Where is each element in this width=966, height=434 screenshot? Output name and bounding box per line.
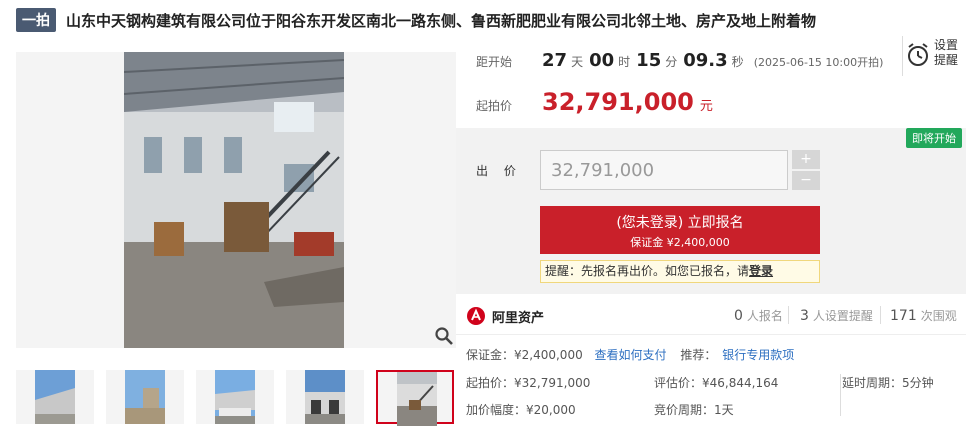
ali-assets-icon <box>467 307 485 325</box>
thumbnail-1[interactable] <box>16 370 94 424</box>
divider <box>840 374 841 416</box>
bid-stepper: + − <box>792 150 820 190</box>
platform-stats: 阿里资产 0 人报名 3 人设置提醒 171 次围观 <box>456 298 966 335</box>
detail-start-price: 起拍价：¥32,791,000 <box>466 376 591 390</box>
countdown-seconds-unit: 秒 <box>731 55 744 69</box>
tip-text: 提醒：先报名再出价。如您已报名，请 <box>545 264 750 278</box>
start-time: (2025-06-15 10:00开拍) <box>753 56 884 69</box>
thumbnail-2[interactable] <box>106 370 184 424</box>
view-count: 171 <box>890 308 917 324</box>
start-price-value: 32,791,000 <box>542 88 694 116</box>
recommend-label: 推荐： <box>680 348 717 362</box>
countdown-label: 距开始 <box>476 55 513 69</box>
start-price: 起拍价 32,791,000 元 <box>476 88 713 116</box>
divider <box>788 306 789 324</box>
detail-delay-period: 延时周期：5分钟 <box>842 376 934 390</box>
decrease-button[interactable]: − <box>792 171 820 190</box>
view-label: 次围观 <box>920 309 957 323</box>
platform-logo[interactable]: 阿里资产 <box>466 306 544 326</box>
thumbnail-strip <box>16 370 458 426</box>
set-reminder-button[interactable]: 设置提醒 <box>902 36 963 76</box>
reminder-count-label: 人设置提醒 <box>812 309 873 323</box>
auction-info: 距开始 27 天 00 时 15 分 09.3 秒 (2025-06-15 10… <box>456 36 966 128</box>
thumbnail-4[interactable] <box>286 370 364 424</box>
item-title: 山东中天钢构建筑有限公司位于阳谷东开发区南北一路东侧、鲁西新肥肥业有限公司北邻土… <box>66 11 817 30</box>
countdown-seconds: 09.3 <box>683 50 728 71</box>
how-to-pay-link[interactable]: 查看如何支付 <box>595 348 667 362</box>
countdown-minutes: 15 <box>636 50 662 71</box>
reminder-label: 设置提醒 <box>934 38 959 67</box>
round-badge: 一拍 <box>16 8 56 32</box>
thumbnail-5[interactable] <box>376 370 454 426</box>
divider <box>880 306 881 324</box>
title-row: 一拍 山东中天钢构建筑有限公司位于阳谷东开发区南北一路东侧、鲁西新肥肥业有限公司… <box>16 8 816 32</box>
reminder-count: 3 <box>800 308 809 324</box>
increase-button[interactable]: + <box>792 150 820 169</box>
register-button-label: (您未登录) 立即报名 <box>616 215 744 231</box>
deposit-amount: 保证金：¥2,400,000 <box>466 348 583 362</box>
countdown-hours: 00 <box>589 50 615 71</box>
countdown: 距开始 27 天 00 时 15 分 09.3 秒 (2025-06-15 10… <box>476 50 883 71</box>
bid-input[interactable] <box>540 150 788 190</box>
zoom-icon[interactable] <box>434 326 454 346</box>
register-tip: 提醒：先报名再出价。如您已报名，请登录 <box>540 260 820 283</box>
countdown-days-unit: 天 <box>571 55 584 69</box>
detail-bidding-period: 竞价周期：1天 <box>654 403 734 417</box>
start-price-label: 起拍价 <box>476 99 513 113</box>
platform-name: 阿里资产 <box>492 310 545 326</box>
bid-label: 出 价 <box>476 164 522 178</box>
countdown-minutes-unit: 分 <box>665 55 678 69</box>
main-image-viewer[interactable] <box>16 52 456 348</box>
start-price-unit: 元 <box>699 99 713 114</box>
thumbnail-3[interactable] <box>196 370 274 424</box>
reminder-stat: 3 人设置提醒 <box>800 307 873 324</box>
countdown-hours-unit: 时 <box>618 55 631 69</box>
detail-increment: 加价幅度：¥20,000 <box>466 403 576 417</box>
bank-payment-link[interactable]: 银行专用款项 <box>722 348 794 362</box>
registered-label: 人报名 <box>746 309 783 323</box>
status-badge: 即将开始 <box>906 128 962 148</box>
property-photo <box>124 52 344 348</box>
view-stat: 171 次围观 <box>890 307 957 324</box>
alarm-clock-icon <box>908 43 928 66</box>
register-deposit-label: 保证金 ¥2,400,000 <box>630 236 730 249</box>
detail-assessed-price: 评估价：¥46,844,164 <box>654 376 779 390</box>
deposit-row: 保证金：¥2,400,000 查看如何支付 推荐： 银行专用款项 <box>466 346 794 363</box>
login-link[interactable]: 登录 <box>749 264 773 278</box>
countdown-days: 27 <box>542 50 568 71</box>
register-button[interactable]: (您未登录) 立即报名 保证金 ¥2,400,000 <box>540 206 820 254</box>
bid-panel: 即将开始 出 价 + − (您未登录) 立即报名 保证金 ¥2,400,000 … <box>456 128 966 294</box>
registered-stat: 0 人报名 <box>734 307 783 324</box>
registered-count: 0 <box>734 308 743 324</box>
